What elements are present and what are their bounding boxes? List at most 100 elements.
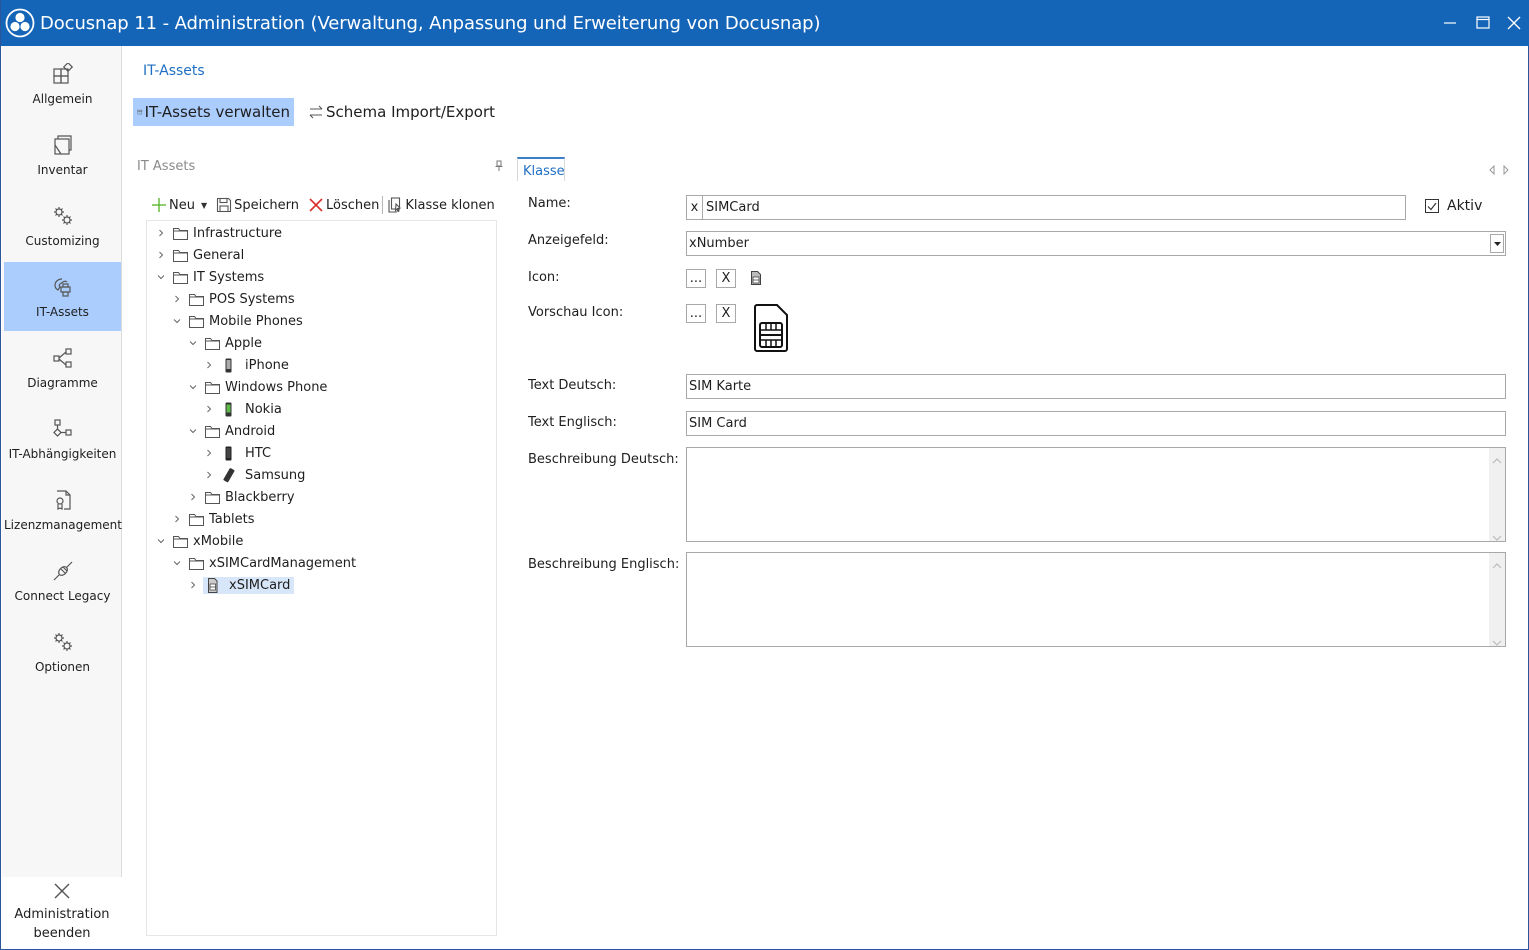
save-button[interactable]: Speichern (216, 197, 299, 213)
chevron-right-icon[interactable] (185, 489, 201, 505)
sidebar-item-customizing[interactable]: Customizing (4, 191, 121, 260)
folder-icon (203, 423, 221, 439)
sidebar-item-diagramme[interactable]: Diagramme (4, 333, 121, 402)
scroll-up-icon[interactable] (1492, 558, 1502, 569)
scroll-down-icon[interactable] (1492, 635, 1502, 646)
tab-it-assets-verwalten[interactable]: IT-Assets verwalten (133, 98, 294, 126)
tree-node[interactable]: iPhone (201, 354, 291, 376)
folder-icon (171, 269, 189, 285)
asset-tree[interactable]: Infrastructure General IT Systems POS Syste… (146, 220, 497, 936)
tree-node[interactable]: Tablets (169, 508, 257, 530)
icon-browse-button[interactable]: ... (686, 269, 706, 288)
sidebar-item-it-abhaengigkeiten[interactable]: IT-Abhängigkeiten (4, 404, 121, 473)
tree-node[interactable]: Android (185, 420, 277, 442)
desc-en-textarea[interactable] (686, 552, 1506, 647)
tree-node-content[interactable]: POS Systems (187, 291, 297, 308)
text-en-input[interactable]: SIM Card (686, 411, 1506, 436)
tree-node-content[interactable]: Blackberry (203, 489, 297, 506)
tree-node[interactable]: xMobile (153, 530, 245, 552)
dropdown-arrow-icon[interactable] (1490, 234, 1504, 253)
sidebar-item-allgemein[interactable]: Allgemein (4, 49, 121, 118)
tree-node-content[interactable]: Windows Phone (203, 379, 329, 396)
chevron-right-icon[interactable] (185, 577, 201, 593)
icon-clear-button[interactable]: X (716, 269, 736, 288)
chevron-down-icon[interactable] (153, 269, 169, 285)
tree-node[interactable]: Apple (185, 332, 264, 354)
tree-node-content[interactable]: IT Systems (171, 269, 266, 286)
delete-button[interactable]: Löschen (308, 197, 379, 213)
scrollbar[interactable] (1489, 448, 1505, 541)
chevron-down-icon[interactable] (153, 533, 169, 549)
tab-schema-import-export[interactable]: Schema Import/Export (304, 98, 499, 126)
chevron-down-icon[interactable] (185, 379, 201, 395)
tree-node-content[interactable]: Samsung (219, 467, 307, 484)
tree-node[interactable]: Blackberry (185, 486, 297, 508)
sidebar-item-optionen[interactable]: Optionen (4, 617, 121, 686)
name-field[interactable]: x SIMCard (686, 195, 1406, 220)
chevron-right-icon[interactable] (201, 467, 217, 483)
tree-node[interactable]: xSIMCard (185, 574, 295, 596)
plug-icon (52, 560, 74, 582)
chevron-down-icon[interactable] (185, 423, 201, 439)
pin-icon[interactable] (494, 160, 504, 172)
checkbox-box[interactable] (1425, 199, 1439, 213)
scrollbar[interactable] (1489, 553, 1505, 646)
scroll-up-icon[interactable] (1492, 453, 1502, 464)
text-de-input[interactable]: SIM Karte (686, 374, 1506, 399)
clone-class-button[interactable]: Klasse klonen (387, 197, 495, 213)
exit-administration-button[interactable]: Administration beenden (2, 877, 122, 949)
tab-klasse[interactable]: Klasse (517, 157, 565, 181)
sidebar-item-it-assets[interactable]: IT-Assets (4, 262, 121, 331)
chevron-right-icon[interactable] (201, 445, 217, 461)
maximize-button[interactable] (1472, 12, 1494, 34)
chevron-right-icon[interactable] (153, 247, 169, 263)
new-button[interactable]: Neu ▼ (151, 197, 207, 213)
display-field-select[interactable]: xNumber (686, 231, 1506, 256)
tree-node[interactable]: Mobile Phones (169, 310, 305, 332)
tree-node-content[interactable]: iPhone (219, 357, 291, 374)
chevron-down-icon[interactable] (185, 335, 201, 351)
tree-node[interactable]: HTC (201, 442, 273, 464)
tree-node-content[interactable]: Apple (203, 335, 264, 352)
chevron-right-icon[interactable] (169, 511, 185, 527)
tree-node-content[interactable]: xSIMCardManagement (187, 555, 358, 572)
tree-node-content[interactable]: Android (203, 423, 277, 440)
breadcrumb[interactable]: IT-Assets (143, 63, 205, 79)
chevron-right-icon[interactable] (201, 401, 217, 417)
tree-node-content[interactable]: Mobile Phones (187, 313, 305, 330)
preview-icon-clear-button[interactable]: X (716, 304, 736, 323)
active-checkbox[interactable]: Aktiv (1425, 198, 1482, 214)
desc-de-textarea[interactable] (686, 447, 1506, 542)
arrow-left-icon[interactable] (1488, 164, 1496, 176)
close-window-button[interactable] (1503, 12, 1525, 34)
tree-node[interactable]: POS Systems (169, 288, 297, 310)
sidebar-item-inventar[interactable]: Inventar (4, 120, 121, 189)
minimize-button[interactable] (1439, 12, 1461, 34)
tree-node-content[interactable]: Nokia (219, 401, 284, 418)
sidebar-item-lizenzmanagement[interactable]: Lizenzmanagement (4, 475, 122, 544)
tree-node-content[interactable]: Infrastructure (171, 225, 284, 242)
icon-label: Icon: (528, 270, 560, 285)
tree-node-content[interactable]: General (171, 247, 246, 264)
chevron-down-icon[interactable] (169, 313, 185, 329)
tree-node-content[interactable]: xSIMCard (203, 576, 295, 594)
chevron-down-icon[interactable]: ▼ (201, 201, 207, 210)
chevron-down-icon[interactable] (169, 555, 185, 571)
chevron-right-icon[interactable] (201, 357, 217, 373)
arrow-right-icon[interactable] (1502, 164, 1510, 176)
tree-node-content[interactable]: Tablets (187, 511, 257, 528)
tree-node[interactable]: xSIMCardManagement (169, 552, 358, 574)
chevron-right-icon[interactable] (153, 225, 169, 241)
scroll-down-icon[interactable] (1492, 530, 1502, 541)
tree-node[interactable]: IT Systems (153, 266, 266, 288)
tree-node[interactable]: Samsung (201, 464, 307, 486)
tree-node[interactable]: Infrastructure (153, 222, 284, 244)
tree-node-content[interactable]: xMobile (171, 533, 245, 550)
sidebar-item-connect-legacy[interactable]: Connect Legacy (4, 546, 121, 615)
tree-node[interactable]: Nokia (201, 398, 284, 420)
chevron-right-icon[interactable] (169, 291, 185, 307)
tree-node[interactable]: Windows Phone (185, 376, 329, 398)
tree-node[interactable]: General (153, 244, 246, 266)
preview-icon-browse-button[interactable]: ... (686, 304, 706, 323)
tree-node-content[interactable]: HTC (219, 445, 273, 462)
